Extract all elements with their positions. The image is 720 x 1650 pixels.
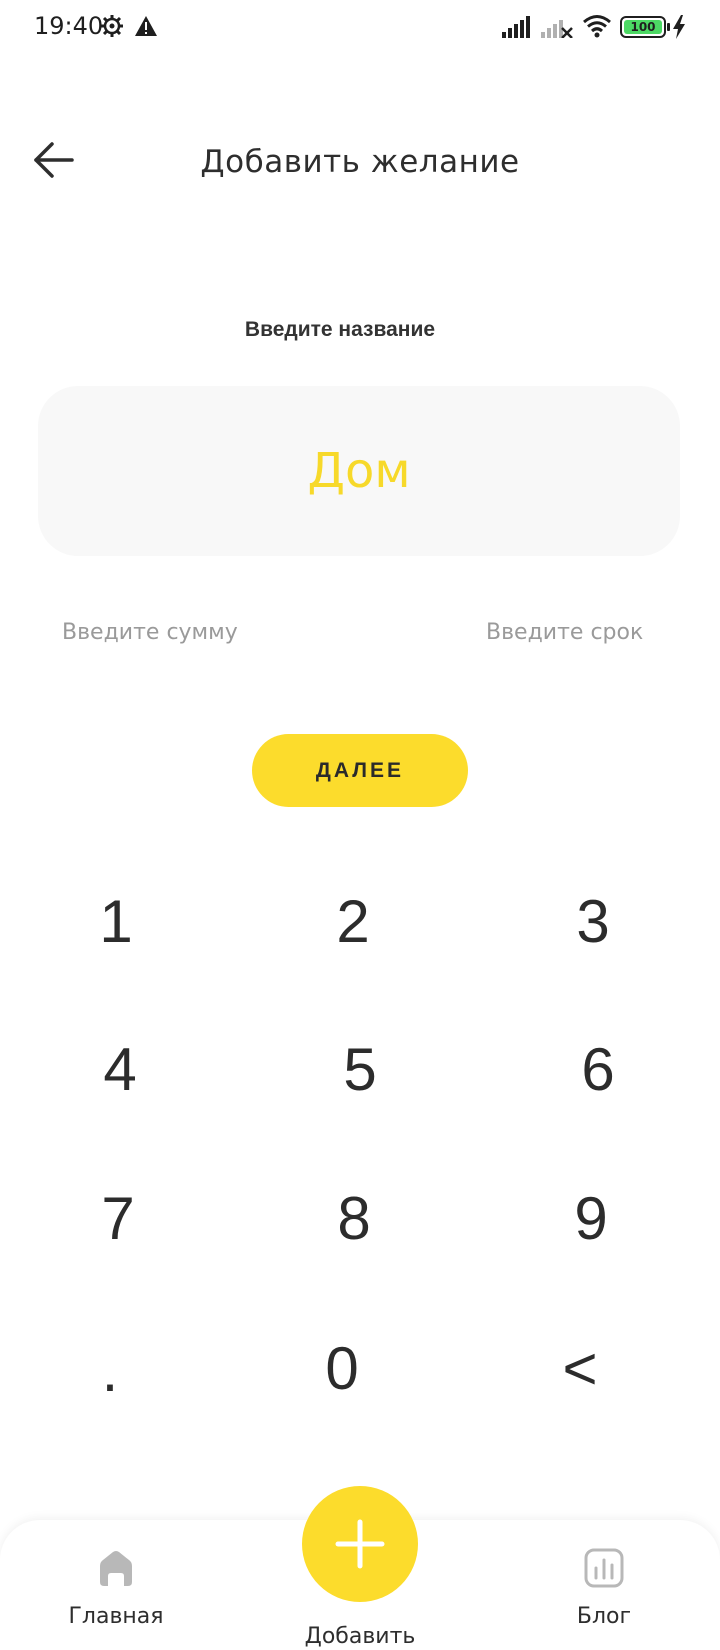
term-input-link[interactable]: Введите срок xyxy=(486,620,643,645)
nav-home-label: Главная xyxy=(68,1604,164,1629)
charging-bolt-icon xyxy=(673,15,685,39)
nav-add-label: Добавить xyxy=(304,1624,416,1649)
nav-blog-label: Блог xyxy=(576,1604,632,1629)
key-2[interactable]: 2 xyxy=(283,866,423,976)
nav-add[interactable]: Добавить xyxy=(292,1486,428,1649)
key-3[interactable]: 3 xyxy=(523,866,663,976)
battery-level: 100 xyxy=(624,20,662,34)
warning-icon xyxy=(135,16,157,36)
wifi-icon xyxy=(583,15,611,38)
plus-icon xyxy=(335,1519,385,1569)
chart-icon xyxy=(584,1548,624,1588)
battery-icon: 100 xyxy=(620,16,670,38)
nav-blog[interactable]: Блог xyxy=(544,1546,664,1629)
home-icon xyxy=(100,1551,132,1586)
key-6[interactable]: 6 xyxy=(528,1014,668,1124)
sum-input-link[interactable]: Введите сумму xyxy=(62,620,238,645)
key-decimal[interactable]: . xyxy=(40,1315,180,1425)
status-time: 19:40 xyxy=(34,12,104,40)
key-1[interactable]: 1 xyxy=(46,866,186,976)
page-title: Добавить желание xyxy=(200,144,520,180)
status-bar: 19:40 100 xyxy=(0,0,720,56)
name-input[interactable] xyxy=(38,386,680,556)
key-9[interactable]: 9 xyxy=(521,1163,661,1273)
add-button[interactable] xyxy=(302,1486,418,1602)
key-8[interactable]: 8 xyxy=(284,1163,424,1273)
gear-icon xyxy=(101,15,123,37)
key-5[interactable]: 5 xyxy=(290,1014,430,1124)
name-label: Введите название xyxy=(244,318,436,341)
key-7[interactable]: 7 xyxy=(48,1163,188,1273)
key-0[interactable]: 0 xyxy=(272,1313,412,1423)
nav-home[interactable]: Главная xyxy=(56,1546,176,1629)
key-backspace[interactable]: < xyxy=(510,1313,650,1423)
key-4[interactable]: 4 xyxy=(50,1014,190,1124)
signal-icon xyxy=(502,16,530,38)
next-button[interactable]: ДАЛЕЕ xyxy=(252,734,468,807)
signal-no-sim-icon xyxy=(541,20,573,38)
